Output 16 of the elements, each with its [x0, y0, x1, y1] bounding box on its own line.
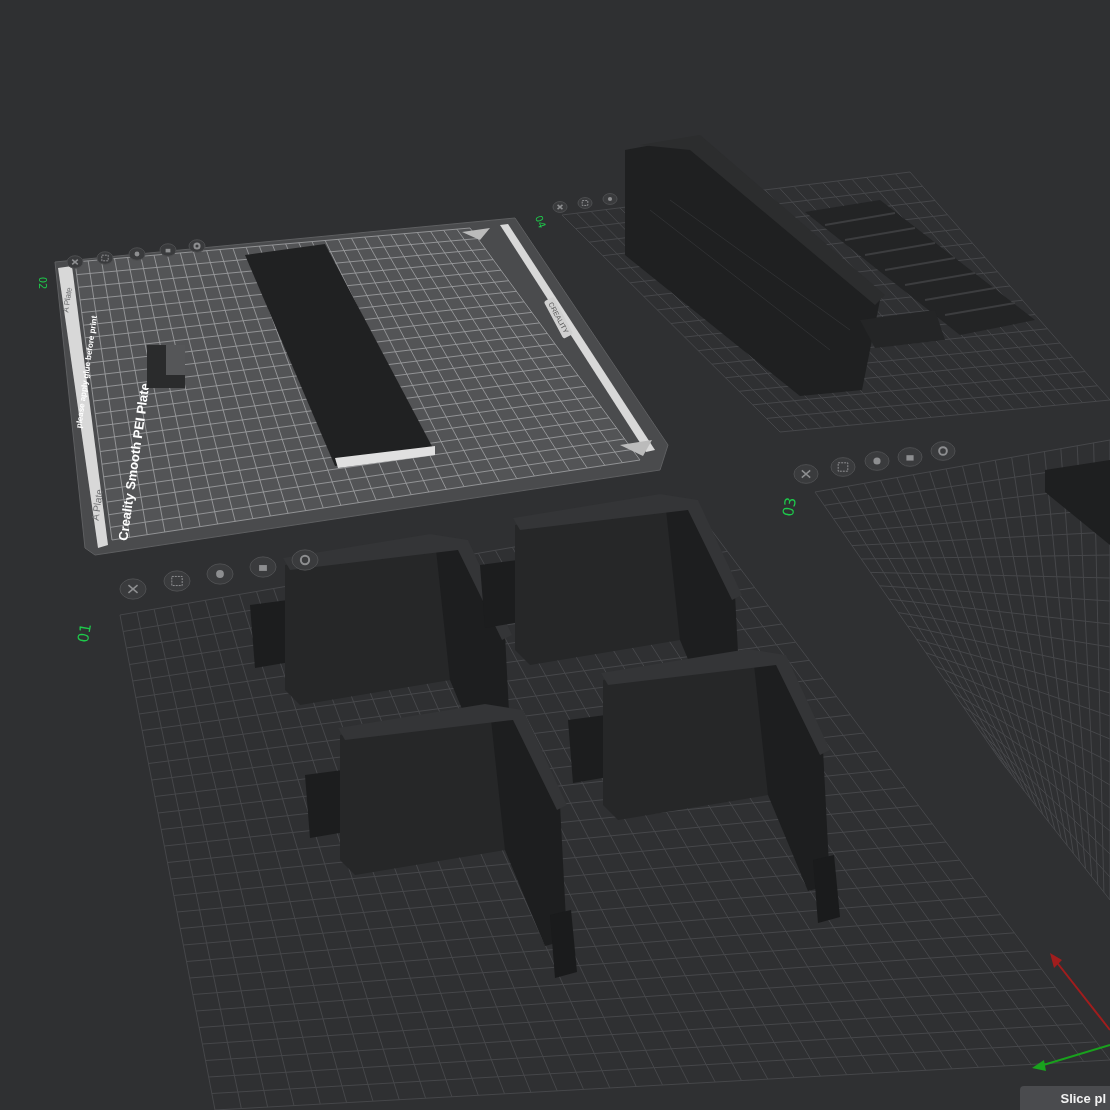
plate-number: 04 — [533, 213, 548, 230]
plate-notice: please apply glue before print — [74, 315, 99, 429]
plate-side-label: A Plate — [61, 286, 74, 314]
plate-side-label: A Plate — [89, 488, 105, 522]
block-model — [147, 345, 185, 388]
close-icon[interactable] — [552, 201, 568, 213]
plate-number: 03 — [779, 495, 801, 518]
close-icon[interactable] — [793, 464, 819, 484]
triangle-mark-icon — [620, 440, 652, 456]
plate-number: 02 — [37, 276, 48, 290]
slice-plate-button[interactable]: Slice pl — [1020, 1086, 1110, 1110]
triangle-mark-icon — [462, 228, 490, 240]
close-icon[interactable] — [119, 578, 147, 600]
plate-number: 01 — [74, 621, 96, 644]
plate-type-label: Creality Smooth PEI Plate — [115, 382, 153, 542]
close-icon[interactable] — [66, 255, 84, 269]
